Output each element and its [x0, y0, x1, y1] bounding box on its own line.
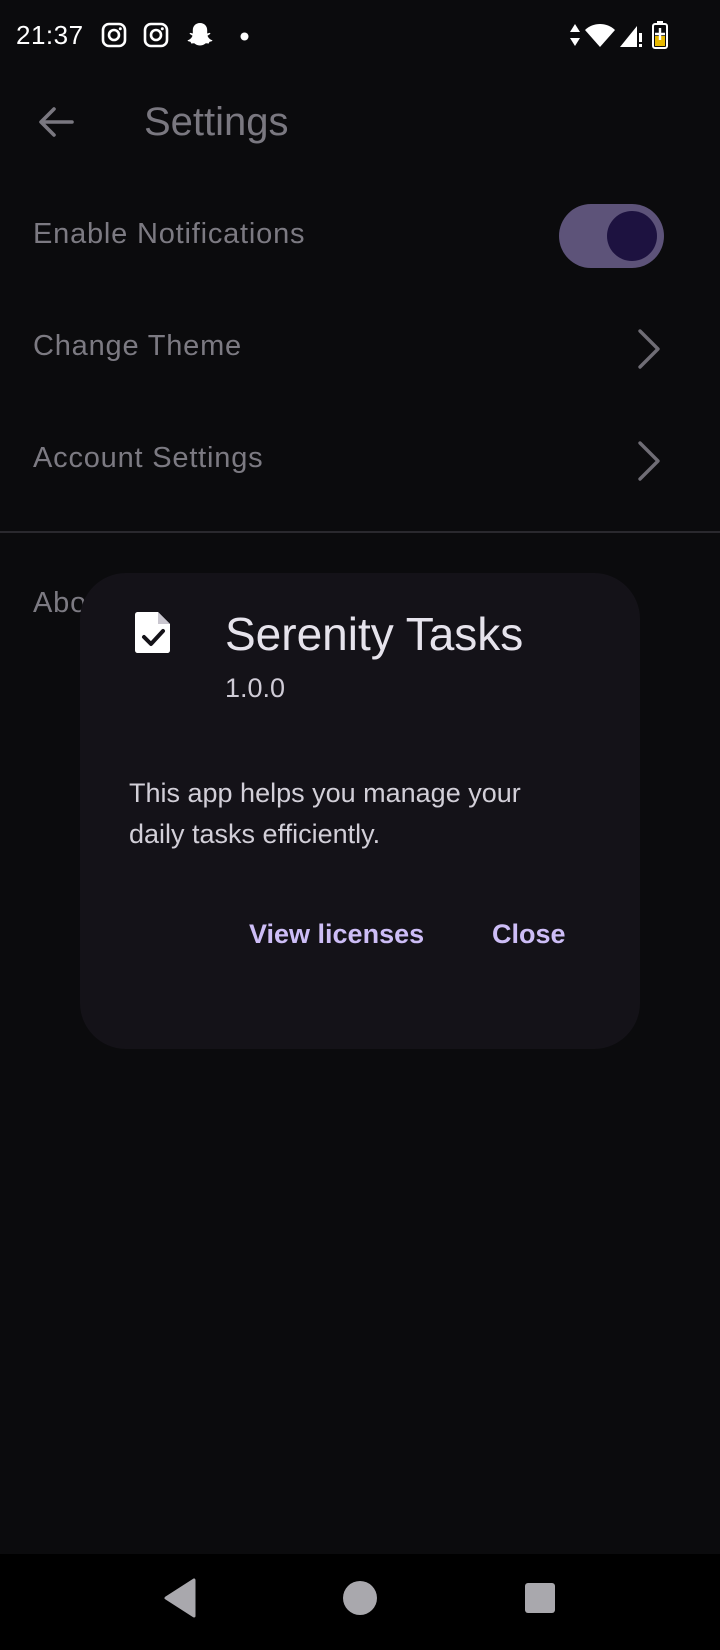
settings-screen: 21:37 Settings Enable Notifications Chan… — [0, 0, 720, 1650]
arrow-left-icon[interactable] — [34, 100, 78, 144]
snapchat-icon — [186, 21, 214, 49]
navigation-bar — [0, 1554, 720, 1650]
task-file-check-icon — [134, 609, 178, 657]
chevron-right-icon — [626, 325, 666, 373]
status-bar: 21:37 — [0, 0, 720, 74]
close-button[interactable]: Close — [492, 919, 566, 950]
dialog-body: This app helps you manage your daily tas… — [129, 778, 521, 849]
battery-charging-icon — [651, 20, 669, 50]
home-circle-icon[interactable] — [340, 1576, 380, 1625]
data-arrows-icon — [569, 23, 581, 47]
setting-label-theme: Change Theme — [33, 330, 242, 362]
dot-icon — [240, 32, 249, 41]
divider — [0, 531, 720, 533]
setting-label-notifications: Enable Notifications — [33, 218, 306, 250]
instagram-icon — [143, 22, 169, 48]
notifications-switch[interactable] — [559, 204, 664, 268]
dialog-title: Serenity Tasks — [225, 608, 524, 660]
signal-icon — [618, 24, 644, 48]
dialog-version: 1.0.0 — [225, 673, 286, 703]
switch-knob — [607, 211, 657, 261]
setting-row-account[interactable]: Account Settings — [0, 403, 720, 515]
page-title: Settings — [144, 100, 289, 144]
setting-row-theme[interactable]: Change Theme — [0, 291, 720, 403]
back-triangle-icon[interactable] — [160, 1576, 200, 1625]
wifi-icon — [584, 22, 616, 48]
setting-label-account: Account Settings — [33, 442, 264, 474]
view-licenses-button[interactable]: View licenses — [249, 919, 424, 950]
chevron-right-icon — [626, 437, 666, 485]
recents-square-icon[interactable] — [520, 1576, 560, 1625]
status-time: 21:37 — [16, 20, 84, 50]
instagram-icon — [101, 22, 127, 48]
about-dialog: Serenity Tasks 1.0.0 This app helps you … — [80, 573, 640, 1049]
